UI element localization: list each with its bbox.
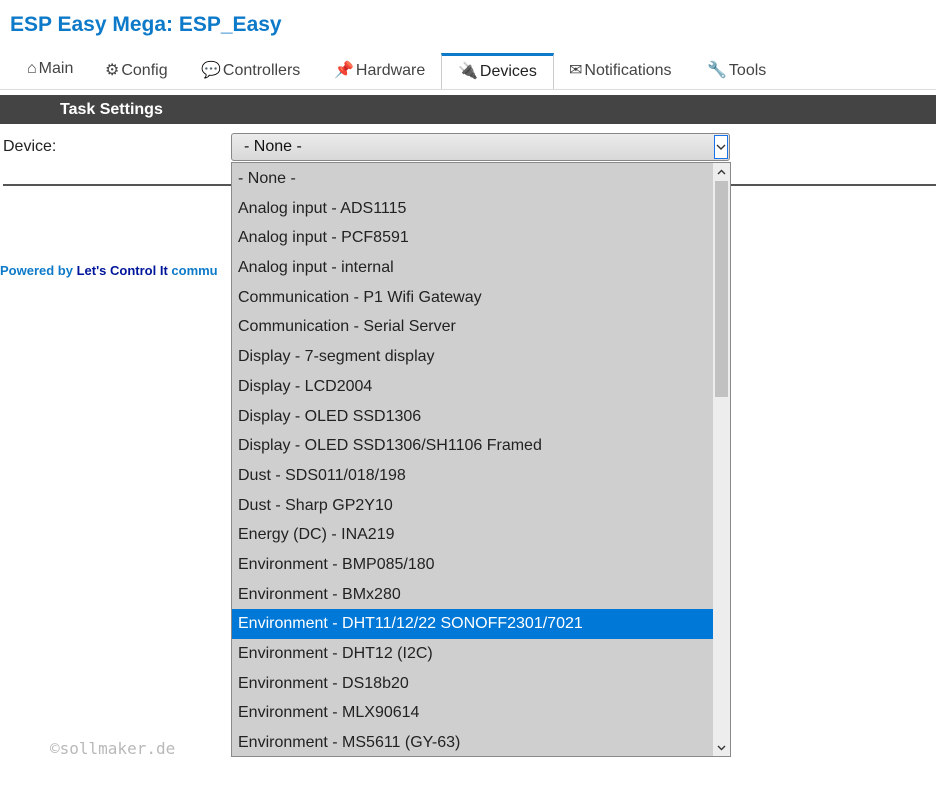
tab-label: Devices xyxy=(479,63,537,80)
dropdown-option[interactable]: Communication - P1 Wifi Gateway xyxy=(232,283,713,313)
tab-notifications[interactable]: ✉ Notifications xyxy=(569,60,672,80)
scroll-down-icon[interactable] xyxy=(713,739,730,756)
dropdown-option[interactable]: Display - OLED SSD1306 xyxy=(232,402,713,432)
dropdown-option[interactable]: Analog input - internal xyxy=(232,253,713,283)
speech-bubble-icon: 💬 xyxy=(201,62,221,79)
tab-label: Tools xyxy=(728,62,767,79)
tab-label: Config xyxy=(121,62,168,79)
tab-bar: ⌂ Main ⚙ Config 💬 Controllers 📌 Hardware 🔌 De… xyxy=(0,52,936,90)
dropdown-option[interactable]: - None - xyxy=(232,164,713,194)
chevron-down-icon[interactable] xyxy=(714,135,728,159)
dropdown-option[interactable]: Analog input - ADS1115 xyxy=(232,194,713,224)
dropdown-option[interactable]: Display - 7-segment display xyxy=(232,342,713,372)
tab-label: Main xyxy=(38,60,74,77)
dropdown-option[interactable]: Environment - MS5611 (GY-63) xyxy=(232,728,713,756)
section-title: Task Settings xyxy=(60,101,163,118)
wrench-icon: 🔧 xyxy=(707,62,727,79)
section-header: Task Settings xyxy=(0,95,936,124)
dropdown-option[interactable]: Environment - BMP085/180 xyxy=(232,550,713,580)
page-title: ESP Easy Mega: ESP_Easy xyxy=(10,13,282,36)
tab-controllers[interactable]: 💬 Controllers xyxy=(201,60,300,80)
tab-tools[interactable]: 🔧 Tools xyxy=(707,60,766,80)
powered-by-footer: Powered by Let's Control It commu xyxy=(0,263,218,278)
scroll-up-icon[interactable] xyxy=(713,163,730,180)
dropdown-option[interactable]: Dust - Sharp GP2Y10 xyxy=(232,491,713,521)
tab-config[interactable]: ⚙ Config xyxy=(105,60,168,80)
dropdown-option[interactable]: Environment - DS18b20 xyxy=(232,669,713,699)
footer-prefix: Powered by xyxy=(0,263,77,278)
tab-main[interactable]: ⌂ Main xyxy=(27,60,73,78)
device-label: Device: xyxy=(3,138,57,155)
home-icon: ⌂ xyxy=(27,60,37,77)
tab-hardware[interactable]: 📌 Hardware xyxy=(334,60,425,80)
dropdown-option[interactable]: Dust - SDS011/018/198 xyxy=(232,461,713,491)
watermark: ©sollmaker.de xyxy=(50,739,176,758)
gear-icon: ⚙ xyxy=(105,62,120,79)
tab-label: Hardware xyxy=(355,62,426,79)
dropdown-option[interactable]: Analog input - PCF8591 xyxy=(232,223,713,253)
scrollbar-thumb[interactable] xyxy=(715,181,728,397)
dropdown-option[interactable]: Energy (DC) - INA219 xyxy=(232,520,713,550)
plug-icon: 🔌 xyxy=(458,63,478,80)
tab-label: Controllers xyxy=(222,62,301,79)
dropdown-option[interactable]: Display - OLED SSD1306/SH1106 Framed xyxy=(232,431,713,461)
dropdown-option[interactable]: Environment - DHT12 (I2C) xyxy=(232,639,713,669)
option-list: - None - Analog input - ADS1115 Analog inp… xyxy=(232,164,713,756)
brand-link[interactable]: Let's Control It xyxy=(77,263,168,278)
device-select-value: - None - xyxy=(244,138,302,155)
dropdown-option[interactable]: Communication - Serial Server xyxy=(232,312,713,342)
envelope-icon: ✉ xyxy=(569,62,583,79)
dropdown-option[interactable]: Display - LCD2004 xyxy=(232,372,713,402)
pin-icon: 📌 xyxy=(334,62,354,79)
tab-devices[interactable]: 🔌 Devices xyxy=(441,53,554,89)
dropdown-option[interactable]: Environment - MLX90614 xyxy=(232,698,713,728)
dropdown-option[interactable]: Environment - DHT11/12/22 SONOFF2301/702… xyxy=(232,609,713,639)
device-dropdown-list[interactable]: - None - Analog input - ADS1115 Analog inp… xyxy=(231,162,731,757)
footer-suffix: commu xyxy=(167,263,218,278)
device-select[interactable]: - None - xyxy=(231,133,730,161)
scrollbar[interactable] xyxy=(713,163,730,756)
dropdown-option[interactable]: Environment - BMx280 xyxy=(232,580,713,610)
tab-label: Notifications xyxy=(584,62,672,79)
